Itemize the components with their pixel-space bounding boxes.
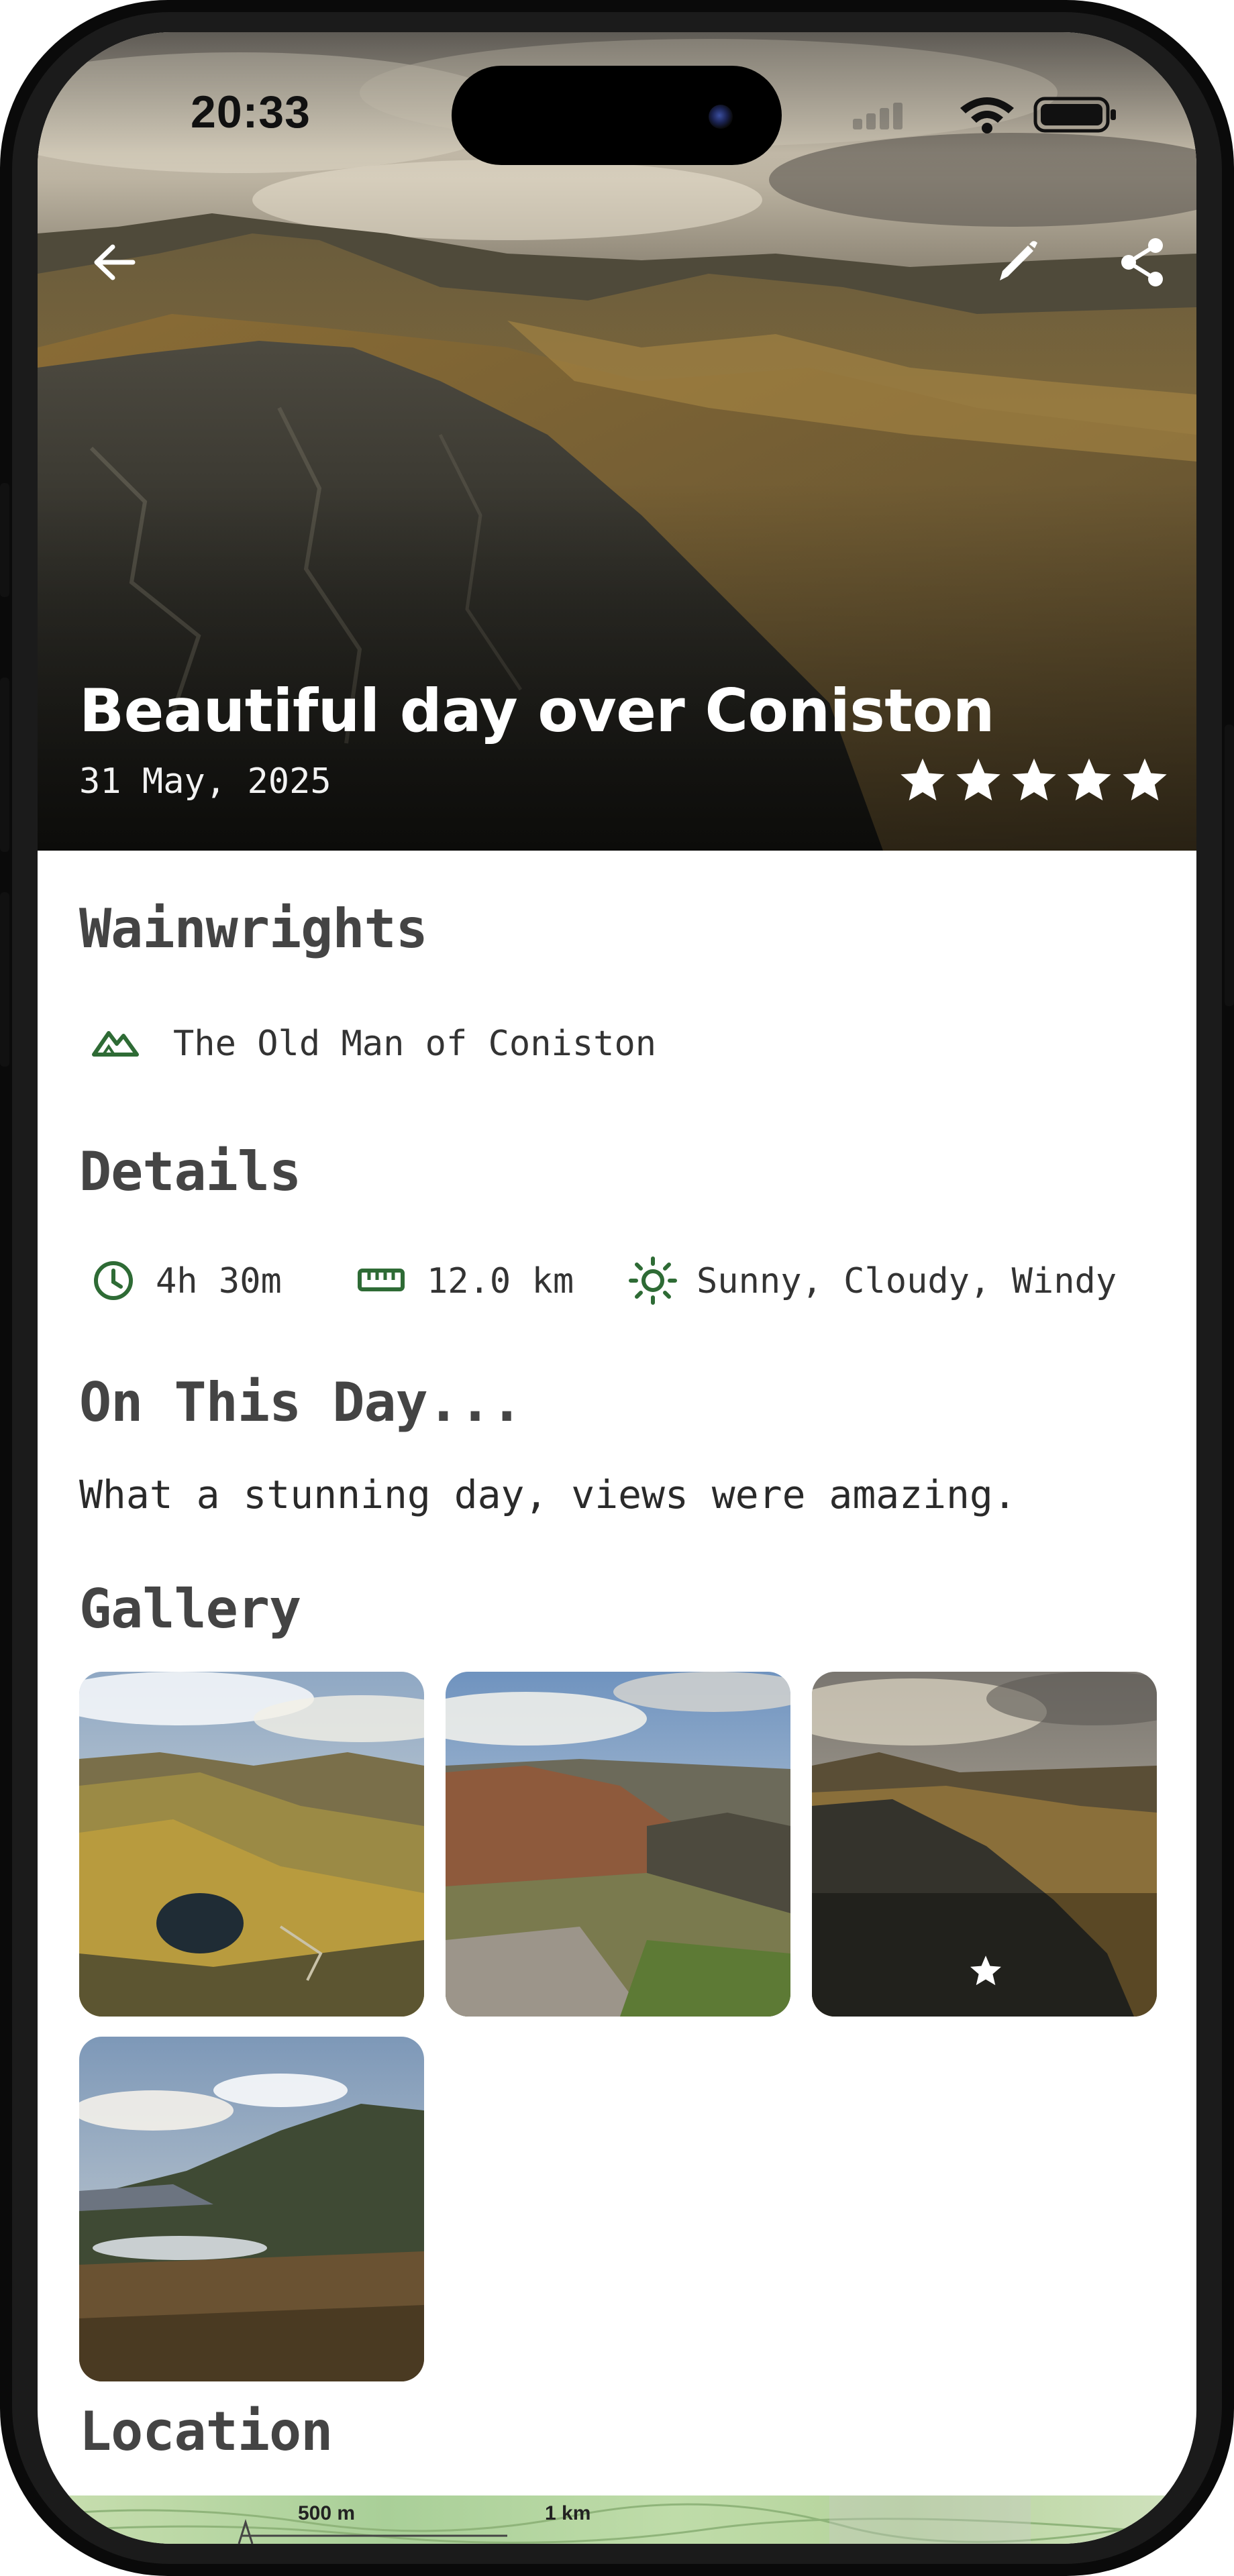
back-arrow-icon[interactable] — [86, 233, 144, 291]
star-icon — [1011, 758, 1056, 801]
photo-2-image — [446, 1672, 790, 2017]
location-heading: Location — [79, 2400, 333, 2463]
hero-image: 20:33 Beautiful day over Coniston 31 May… — [38, 32, 1196, 851]
power-button — [1225, 724, 1234, 1006]
map-scale-label: 1 km — [545, 2502, 591, 2524]
volume-up-button — [0, 678, 9, 852]
star-icon — [1123, 758, 1167, 801]
wifi-icon — [960, 97, 1014, 133]
entry-date: 31 May, 2025 — [79, 761, 331, 802]
gallery-photo-1[interactable] — [79, 1672, 424, 2017]
wainwright-item-label[interactable]: The Old Man of Coniston — [173, 1024, 656, 1064]
favorite-star-icon — [970, 1955, 1001, 1986]
rating-stars — [898, 755, 1170, 809]
front-camera — [709, 105, 733, 129]
star-icon — [956, 758, 1000, 801]
map-scale-label: 500 m — [298, 2502, 356, 2524]
photo-1-image — [79, 1672, 424, 2017]
distance-value: 12.0 km — [427, 1261, 574, 1301]
entry-title: Beautiful day over Coniston — [79, 676, 994, 745]
ruler-icon — [358, 1269, 405, 1291]
status-time: 20:33 — [191, 87, 311, 138]
clock-icon — [94, 1261, 133, 1300]
on-this-day-heading: On This Day... — [79, 1371, 523, 1434]
star-icon — [1067, 758, 1111, 801]
details-heading: Details — [79, 1140, 301, 1203]
weather-value: Sunny, Cloudy, Windy — [697, 1261, 1117, 1301]
action-button — [0, 483, 9, 597]
battery-icon — [1033, 97, 1116, 133]
mountain-icon — [92, 1031, 139, 1057]
wainwrights-heading: Wainwrights — [79, 898, 428, 960]
duration-value: 4h 30m — [156, 1261, 282, 1301]
gallery-photo-2[interactable] — [446, 1672, 790, 2017]
share-icon[interactable] — [1114, 233, 1172, 291]
gallery-heading: Gallery — [79, 1578, 301, 1640]
status-icons — [853, 97, 1116, 133]
on-this-day-text: What a stunning day, views were amazing. — [79, 1472, 1017, 1517]
edit-pencil-icon[interactable] — [988, 233, 1045, 291]
photo-4-image — [79, 2037, 424, 2381]
location-map[interactable]: 500 m 1 km — [38, 2496, 1196, 2544]
map-contours — [38, 2496, 1196, 2544]
cellular-signal-icon — [853, 103, 903, 129]
volume-down-button — [0, 892, 9, 1067]
star-icon — [901, 758, 945, 801]
sun-icon — [629, 1256, 677, 1305]
screen: 20:33 Beautiful day over Coniston 31 May… — [38, 32, 1196, 2544]
gallery-photo-4[interactable] — [79, 2037, 424, 2381]
